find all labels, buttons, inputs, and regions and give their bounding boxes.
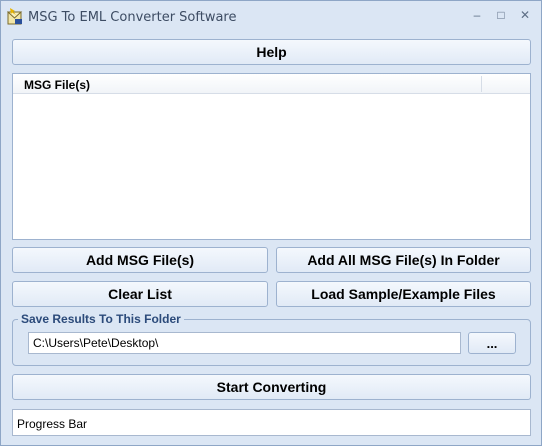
add-msg-files-button[interactable]: Add MSG File(s): [12, 247, 268, 273]
column-separator[interactable]: [481, 76, 482, 92]
output-folder-input[interactable]: [28, 332, 461, 354]
column-header-msg-files[interactable]: MSG File(s): [24, 78, 90, 92]
browse-button[interactable]: ...: [468, 332, 516, 354]
help-button[interactable]: Help: [12, 39, 531, 65]
output-folder-label: Save Results To This Folder: [18, 312, 184, 326]
title-bar[interactable]: MSG To EML Converter Software – □ ✕: [1, 1, 541, 33]
app-icon: [7, 8, 23, 25]
file-list-header: MSG File(s): [13, 74, 530, 94]
minimize-button[interactable]: –: [468, 7, 486, 23]
load-samples-button[interactable]: Load Sample/Example Files: [276, 281, 531, 307]
add-folder-button[interactable]: Add All MSG File(s) In Folder: [276, 247, 531, 273]
progress-label: Progress Bar: [17, 417, 88, 431]
file-list[interactable]: MSG File(s): [12, 73, 531, 240]
start-converting-button[interactable]: Start Converting: [12, 374, 531, 400]
close-button[interactable]: ✕: [516, 7, 534, 23]
clear-list-button[interactable]: Clear List: [12, 281, 268, 307]
progress-bar: Progress Bar: [12, 409, 531, 436]
app-window: MSG To EML Converter Software – □ ✕ Help…: [0, 0, 542, 446]
window-title: MSG To EML Converter Software: [28, 10, 237, 25]
maximize-button[interactable]: □: [492, 7, 510, 23]
